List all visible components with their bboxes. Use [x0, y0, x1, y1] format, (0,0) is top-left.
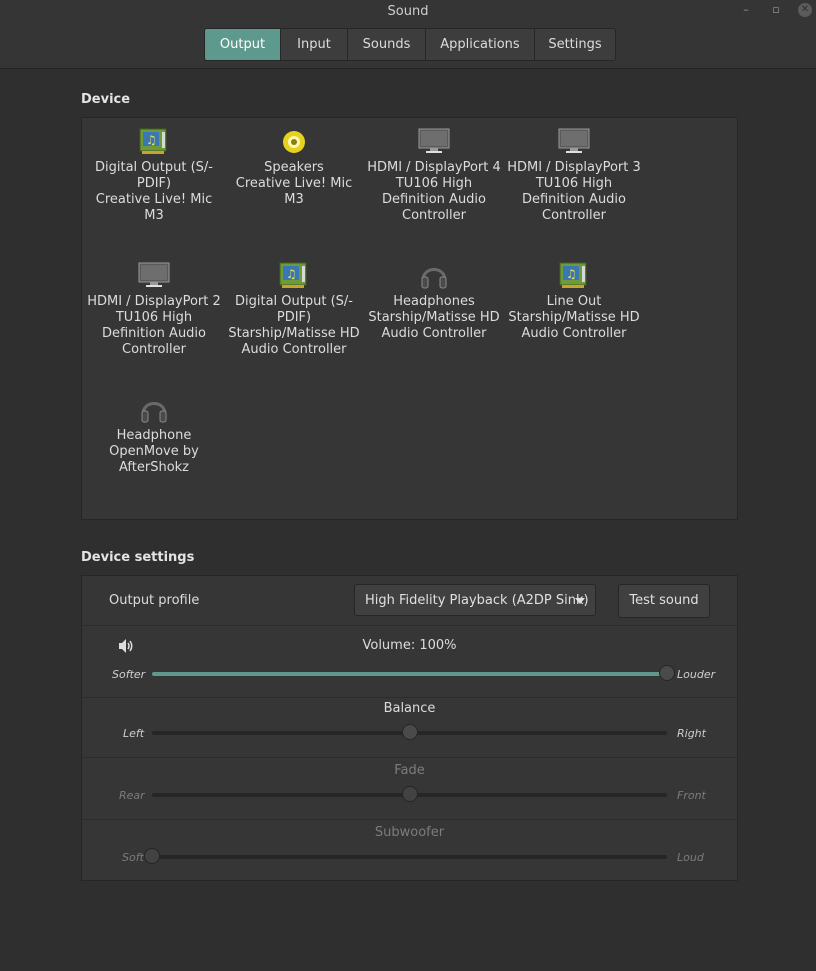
tab-bar: Output Input Sounds Applications Setting… [204, 28, 616, 61]
monitor-icon [364, 126, 504, 160]
device-name: Digital Output (S/-PDIF) [235, 294, 353, 325]
balance-slider[interactable] [152, 724, 667, 740]
subwoofer-slider [144, 848, 667, 864]
subwoofer-loud-label: Loud [677, 851, 704, 864]
output-profile-value: High Fidelity Playback (A2DP Sink) [365, 593, 589, 608]
volume-slider-fill [152, 672, 667, 676]
device-item[interactable]: Headphone OpenMove by AfterShokz [84, 394, 224, 476]
device-name: HDMI / DisplayPort 4 [367, 160, 501, 175]
device-item[interactable]: HDMI / DisplayPort 2 TU106 High Definiti… [84, 260, 224, 358]
output-profile-dropdown[interactable]: High Fidelity Playback (A2DP Sink) [354, 584, 596, 616]
device-desc: TU106 High Definition Audio Controller [521, 176, 627, 223]
fade-slider [152, 786, 667, 802]
divider [82, 819, 737, 820]
device-name: HDMI / DisplayPort 2 [87, 294, 221, 309]
device-desc: OpenMove by AfterShokz [109, 444, 199, 475]
volume-slider[interactable] [152, 665, 675, 681]
volume-softer-label: Softer [112, 668, 146, 681]
device-settings-panel: Output profile High Fidelity Playback (A… [81, 575, 738, 881]
volume-slider-handle[interactable] [659, 665, 675, 681]
balance-slider-handle[interactable] [401, 724, 418, 740]
minimize-icon[interactable]: – [740, 3, 752, 17]
monitor-icon [504, 126, 644, 160]
device-desc: Creative Live! Mic M3 [235, 176, 353, 207]
fade-slider-handle [401, 786, 418, 802]
device-desc: Starship/Matisse HD Audio Controller [228, 326, 360, 357]
device-desc: TU106 High Definition Audio Controller [381, 176, 487, 223]
title-bar: Sound – ▫ ✕ Output Input Sounds Applicat… [0, 0, 816, 69]
device-settings-title: Device settings [81, 550, 195, 565]
device-desc: Starship/Matisse HD Audio Controller [508, 310, 640, 341]
fade-rear-label: Rear [119, 789, 145, 802]
device-item[interactable]: HDMI / DisplayPort 3 TU106 High Definiti… [504, 126, 644, 224]
balance-title: Balance [383, 701, 436, 716]
device-name: Speakers [264, 160, 324, 175]
speaker-icon [224, 126, 364, 160]
svg-text:♫: ♫ [286, 267, 297, 281]
balance-left-label: Left [123, 727, 145, 740]
subwoofer-title: Subwoofer [374, 825, 445, 840]
headphones-icon [84, 394, 224, 428]
window-title: Sound [387, 4, 429, 19]
device-section-title: Device [81, 92, 131, 107]
device-name: HDMI / DisplayPort 3 [507, 160, 641, 175]
device-item[interactable]: ♫ Digital Output (S/-PDIF) Starship/Mati… [224, 260, 364, 358]
device-desc: Creative Live! Mic M3 [95, 192, 213, 223]
output-profile-label: Output profile [109, 593, 200, 608]
svg-text:♫: ♫ [566, 267, 577, 281]
tab-output[interactable]: Output [205, 29, 280, 60]
device-item[interactable]: ♫ Digital Output (S/-PDIF) Creative Live… [84, 126, 224, 224]
divider [82, 757, 737, 758]
device-name: Headphones [393, 294, 475, 309]
svg-text:♫: ♫ [146, 133, 157, 147]
device-desc: Starship/Matisse HD Audio Controller [368, 310, 500, 341]
device-desc: TU106 High Definition Audio Controller [101, 310, 207, 357]
device-name: Digital Output (S/-PDIF) [95, 160, 213, 191]
sound-card-icon: ♫ [224, 260, 364, 294]
headphones-icon [364, 260, 504, 294]
volume-title: Volume: 100% [362, 638, 457, 653]
close-icon[interactable]: ✕ [798, 3, 812, 17]
sound-card-icon: ♫ [504, 260, 644, 294]
fade-title: Fade [394, 763, 425, 778]
divider [82, 697, 737, 698]
tab-applications[interactable]: Applications [425, 29, 534, 60]
device-item[interactable]: ♫ Line Out Starship/Matisse HD Audio Con… [504, 260, 644, 342]
monitor-icon [84, 260, 224, 294]
divider [82, 625, 737, 626]
chevron-down-icon [575, 598, 585, 604]
test-sound-button[interactable]: Test sound [618, 584, 710, 618]
device-name: Headphone [116, 428, 192, 443]
sound-card-icon: ♫ [84, 126, 224, 160]
device-name: Line Out [546, 294, 602, 309]
device-item[interactable]: Speakers Creative Live! Mic M3 [224, 126, 364, 208]
fade-front-label: Front [677, 789, 706, 802]
device-item[interactable]: HDMI / DisplayPort 4 TU106 High Definiti… [364, 126, 504, 224]
tab-input[interactable]: Input [280, 29, 347, 60]
device-list: ♫ Digital Output (S/-PDIF) Creative Live… [81, 117, 738, 520]
tab-settings[interactable]: Settings [534, 29, 615, 60]
subwoofer-soft-label: Soft [122, 851, 144, 864]
subwoofer-slider-handle [144, 848, 160, 864]
balance-right-label: Right [677, 727, 706, 740]
volume-louder-label: Louder [677, 668, 716, 681]
tab-sounds[interactable]: Sounds [347, 29, 425, 60]
device-item[interactable]: Headphones Starship/Matisse HD Audio Con… [364, 260, 504, 342]
maximize-icon[interactable]: ▫ [770, 3, 782, 17]
